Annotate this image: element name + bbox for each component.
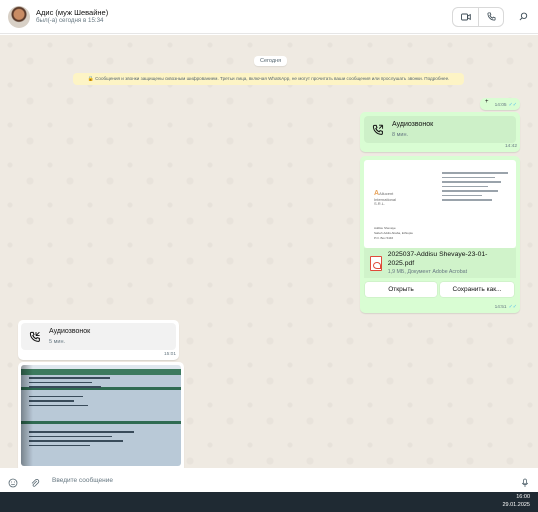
phone-call-icon	[372, 124, 384, 135]
call-duration: 8 мин.	[392, 131, 409, 138]
company-logo: AAllucent International S.R.L.	[374, 190, 397, 207]
chat-header: Адис (муж Шевайне) был(-а) сегодня в 15:…	[0, 0, 538, 34]
emoji-button[interactable]	[8, 475, 18, 488]
message-composer: Введите сообщение	[0, 468, 538, 492]
message-input[interactable]: Введите сообщение	[52, 477, 520, 484]
attach-button[interactable]	[30, 475, 40, 487]
search-icon	[519, 12, 527, 21]
last-seen-status: был(-а) сегодня в 15:34	[36, 17, 104, 25]
document-preview[interactable]: AAllucent International S.R.L. Addisu Sh…	[364, 160, 516, 248]
encryption-notice[interactable]: 🔒 Сообщения и звонки защищены сквозным ш…	[73, 73, 464, 85]
contact-info[interactable]: Адис (муж Шевайне) был(-а) сегодня в 15:…	[36, 8, 108, 25]
call-title: Аудиозвонок	[392, 121, 434, 129]
incoming-photo-bubble[interactable]	[18, 362, 184, 468]
encryption-notice-text: Сообщения и звонки защищены сквозным шиф…	[95, 76, 450, 81]
screen-text-block-lower	[29, 431, 139, 449]
clock-date: 29.01.2025	[502, 501, 530, 508]
lock-icon: 🔒	[87, 76, 94, 82]
smiley-icon	[8, 478, 18, 488]
paperclip-icon	[31, 479, 40, 487]
incoming-call-bubble[interactable]: Аудиозвонок 5 мин. 15:01	[18, 320, 179, 360]
call-buttons	[452, 6, 504, 27]
search-button[interactable]	[516, 10, 530, 24]
video-call-button[interactable]	[453, 8, 478, 26]
read-ticks-icon: ✓✓	[508, 102, 517, 108]
phone-icon	[486, 12, 496, 21]
video-camera-icon	[460, 13, 471, 20]
whatsapp-window: Адис (муж Шевайне) был(-а) сегодня в 15:…	[0, 0, 538, 512]
message-time: 15:01	[163, 352, 176, 357]
outgoing-message[interactable]: + 14:05 ✓✓	[480, 98, 520, 110]
document-file-info: 1,9 МБ, Документ Adobe Acrobat	[387, 268, 468, 275]
screen-text-block	[29, 377, 119, 409]
contact-name: Адис (муж Шевайне)	[36, 7, 109, 17]
microphone-icon	[521, 478, 529, 487]
read-ticks-icon: ✓✓	[508, 304, 517, 310]
photo-shadow	[21, 365, 33, 466]
message-list[interactable]: Сегодня 🔒 Сообщения и звонки защищены ск…	[0, 35, 538, 468]
pdf-file-icon	[370, 255, 382, 271]
call-title: Аудиозвонок	[49, 328, 91, 336]
header-text-lines	[442, 172, 508, 204]
avatar[interactable]	[8, 5, 30, 28]
voice-call-button[interactable]	[478, 7, 503, 26]
message-text: +	[485, 99, 489, 105]
call-card[interactable]: Аудиозвонок 8 мин.	[364, 116, 516, 143]
outgoing-document-bubble[interactable]: AAllucent International S.R.L. Addisu Sh…	[360, 156, 520, 313]
photo-attachment[interactable]	[21, 365, 181, 466]
system-clock[interactable]: 16:00 29.01.2025	[502, 494, 530, 510]
document-file-name: 2025037-Addisu Shevaye-23-01-2025.pdf	[387, 251, 488, 268]
message-time: 14:51 ✓✓	[494, 304, 517, 310]
save-as-button[interactable]: Сохранить как...	[440, 282, 514, 297]
message-time: 14:05 ✓✓	[494, 102, 517, 108]
open-document-button[interactable]: Открыть	[365, 282, 437, 297]
outgoing-call-bubble[interactable]: Аудиозвонок 8 мин. 14:42	[360, 112, 520, 152]
call-duration: 5 мин.	[49, 338, 66, 345]
document-meta[interactable]: 2025037-Addisu Shevaye-23-01-2025.pdf 1,…	[364, 248, 516, 278]
body-text-lines: Addisu Shevaye Sabeh Addis Ababa, Ethiop…	[374, 226, 413, 240]
voice-message-button[interactable]	[520, 475, 530, 487]
windows-taskbar: 16:00 29.01.2025	[0, 492, 538, 512]
screen-band-top	[21, 369, 181, 375]
clock-time: 16:00	[516, 494, 530, 500]
phone-call-icon	[29, 331, 40, 342]
message-time: 14:42	[504, 144, 517, 149]
date-chip: Сегодня	[254, 56, 288, 66]
screen-band-low	[21, 421, 181, 424]
call-card[interactable]: Аудиозвонок 5 мин.	[21, 323, 176, 350]
